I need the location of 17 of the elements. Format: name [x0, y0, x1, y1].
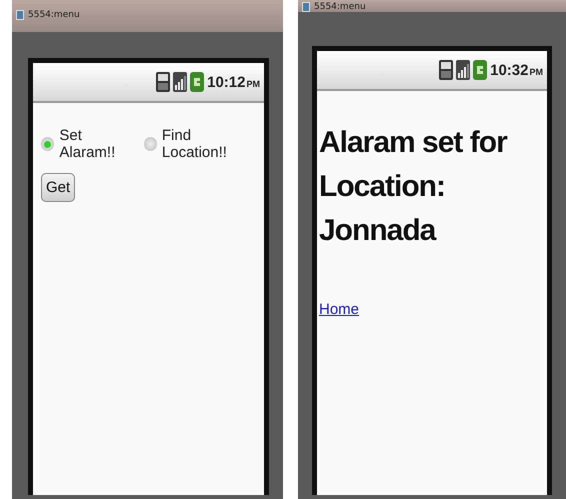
radio-option[interactable]: Find Location!!	[144, 127, 256, 161]
radio-icon[interactable]	[144, 137, 157, 151]
battery-charging-icon	[190, 72, 204, 92]
status-time: 10:32 PM	[490, 62, 543, 78]
app-icon	[302, 2, 310, 12]
battery-charging-icon	[473, 60, 488, 80]
page-heading: Alaram set for Location: Jonnada	[319, 125, 508, 249]
window-title: 5554:menu	[28, 10, 80, 20]
status-time: 10:12 PM	[207, 74, 260, 90]
window-title: 5554:menu	[314, 2, 366, 12]
get-button[interactable]: Get	[41, 173, 76, 202]
app-icon	[16, 10, 24, 20]
radio-icon[interactable]	[41, 137, 54, 151]
radio-option[interactable]: Set Alaram!!	[41, 127, 138, 161]
signal-icon	[173, 72, 188, 92]
signal-icon	[456, 60, 470, 80]
home-link[interactable]: Home	[319, 301, 360, 318]
